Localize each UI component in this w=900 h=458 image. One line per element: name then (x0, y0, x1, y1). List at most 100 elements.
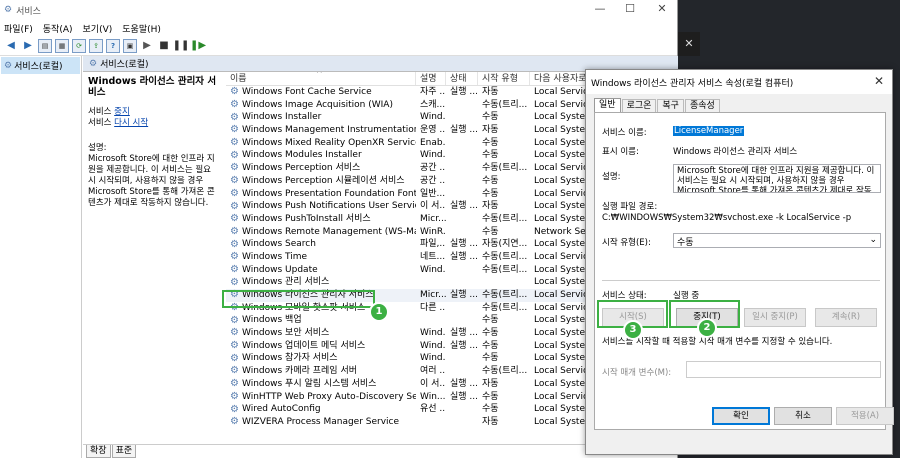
row-description: Wind... (420, 340, 446, 351)
row-name-cell: ⚙ Windows Perception 서비스 (226, 162, 416, 175)
gear-icon: ⚙ (230, 352, 239, 364)
pause-icon[interactable]: ❚❚ (173, 39, 190, 53)
tab-extended[interactable]: 확장 (86, 445, 111, 458)
row-name: WinHTTP Web Proxy Auto-Discovery Service (242, 391, 416, 402)
menu-action[interactable]: 동작(A) (43, 22, 73, 35)
tab-standard[interactable]: 표준 (111, 445, 137, 458)
row-startup-type: 자동 (482, 416, 499, 427)
menu-bar: 파일(F) 동작(A) 보기(V) 도움말(H) (0, 20, 677, 36)
gear-icon: ⚙ (230, 263, 239, 275)
gear-icon: ⚙ (230, 86, 239, 98)
sort-up-icon: ^ (316, 72, 323, 78)
row-name: Windows Image Acquisition (WIA) (242, 99, 393, 110)
row-description: 유선 ... (420, 404, 446, 415)
tree-item-services-local[interactable]: ⚙ 서비스(로컬) (1, 57, 80, 74)
row-name: Windows Modules Installer (242, 150, 362, 161)
resume-button[interactable]: 계속(R) (815, 308, 877, 327)
row-status: 실행 ... (450, 201, 478, 212)
maximize-icon[interactable]: ☐ (616, 2, 644, 15)
tab-recovery[interactable]: 복구 (657, 99, 684, 113)
start-parameters-input[interactable] (686, 361, 881, 378)
menu-view[interactable]: 보기(V) (83, 22, 113, 35)
tab-dependencies[interactable]: 종속성 (684, 99, 720, 113)
gear-icon: ⚙ (230, 251, 239, 263)
menu-help[interactable]: 도움말(H) (122, 22, 161, 35)
pause-button[interactable]: 일시 중지(P) (744, 308, 806, 327)
play-icon[interactable]: ▶ (140, 39, 154, 53)
row-status: 실행 ... (450, 251, 478, 262)
row-startup-type: 수동(트리... (482, 290, 528, 300)
gear-icon: ⚙ (230, 340, 239, 352)
row-startup-type: 수동(트리... (482, 264, 528, 275)
menu-file[interactable]: 파일(F) (4, 22, 33, 35)
startup-type-select[interactable]: 수동 ⌄ (673, 233, 881, 248)
row-description: Wind... (420, 353, 446, 364)
close-icon[interactable]: ✕ (648, 2, 676, 15)
apply-button[interactable]: 적용(A) (836, 407, 894, 425)
row-status: 실행 ... (450, 239, 478, 250)
background-close-icon[interactable]: ✕ (678, 32, 700, 56)
description-pane: Windows 라이선스 관리자 서비스 서비스 중지 서비스 다시 시작 설명… (83, 72, 226, 444)
gear-icon: ⚙ (230, 187, 239, 199)
minimize-icon[interactable]: — (586, 2, 614, 15)
help-icon[interactable]: ? (106, 38, 120, 53)
column-header-startup-type[interactable]: 시작 유형 (478, 72, 530, 85)
console-tree-icon[interactable]: ▤ (38, 38, 52, 53)
row-startup-type: 자동 (482, 87, 499, 97)
row-startup-type: 수동(트리... (482, 163, 528, 174)
gear-icon: ⚙ (230, 124, 239, 136)
gear-icon: ⚙ (4, 5, 13, 15)
column-header-description[interactable]: 설명 (416, 72, 446, 85)
display-name-value[interactable]: Windows 라이선스 관리자 서비스 (673, 145, 797, 157)
restart-service-link[interactable]: 다시 시작 (114, 118, 148, 128)
row-description: Wind... (420, 264, 446, 275)
divider (602, 280, 880, 281)
description-textarea[interactable]: Microsoft Store에 대한 인프라 지원을 제공합니다. 이 서비스… (673, 164, 881, 193)
step-badge-2: 2 (697, 318, 717, 338)
tab-logon[interactable]: 로그온 (621, 99, 657, 113)
row-name: Windows Time (242, 251, 308, 262)
row-status: 실행 ... (450, 378, 478, 389)
row-startup-type: 수동 (482, 315, 499, 326)
row-startup-type: 수동(트리... (482, 213, 528, 224)
row-startup-type: 수동 (482, 188, 499, 199)
row-startup-type: 자동 (482, 201, 499, 212)
row-startup-type: 수동 (482, 112, 499, 123)
service-name-value[interactable]: LicenseManager (673, 126, 745, 136)
ok-button[interactable]: 확인 (712, 407, 770, 425)
description-text: Microsoft Store에 대한 인프라 지원을 제공합니다. 이 서비스… (88, 154, 215, 208)
properties-icon[interactable]: ▦ (55, 38, 69, 53)
refresh-icon[interactable]: ⟳ (72, 38, 86, 53)
row-name: Windows Management Instrumentation (242, 125, 416, 136)
row-description: 일반... (420, 188, 446, 199)
row-name-cell: ⚙ Windows Image Acquisition (WIA) (226, 99, 416, 112)
view-icon[interactable]: ▣ (123, 38, 137, 53)
row-description: 공간 ... (420, 163, 446, 174)
row-name: Windows Update (242, 264, 318, 275)
row-name: Windows Presentation Foundation Font Cac… (242, 188, 416, 199)
restart-icon[interactable]: ❚▶ (190, 39, 206, 53)
row-status: 실행 ... (450, 340, 478, 351)
back-arrow-icon[interactable]: ◀ (4, 39, 18, 53)
content-header-title: 서비스(로컬) (100, 60, 149, 70)
row-name: Windows 보안 서비스 (242, 328, 330, 339)
cancel-button[interactable]: 취소 (774, 407, 832, 425)
row-status: 실행 ... (450, 328, 478, 339)
row-startup-type: 수동(트리... (482, 251, 528, 262)
start-parameters-label: 시작 매개 변수(M): (602, 368, 672, 378)
stop-service-link[interactable]: 중지 (114, 107, 130, 117)
title-bar: ⚙ 서비스 (0, 0, 677, 20)
gear-icon: ⚙ (230, 99, 239, 111)
row-name-cell: ⚙ Windows Font Cache Service (226, 86, 416, 99)
row-startup-type: 수동 (482, 353, 499, 364)
stop-icon[interactable]: ■ (157, 39, 171, 53)
column-header-status[interactable]: 상태 (446, 72, 478, 85)
services-icon: ⚙ (4, 60, 13, 71)
forward-arrow-icon[interactable]: ▶ (21, 39, 35, 53)
export-icon[interactable]: ⇪ (89, 38, 103, 53)
dialog-close-icon[interactable]: ✕ (874, 74, 884, 88)
row-startup-type: 자동 (482, 378, 499, 389)
tab-general[interactable]: 일반 (594, 98, 621, 112)
start-parameters-hint: 서비스를 시작할 때 적용할 시작 매개 변수를 지정할 수 있습니다. (602, 337, 833, 347)
executable-path-value: C:₩WINDOWS₩System32₩svchost.exe -k Local… (602, 213, 852, 223)
